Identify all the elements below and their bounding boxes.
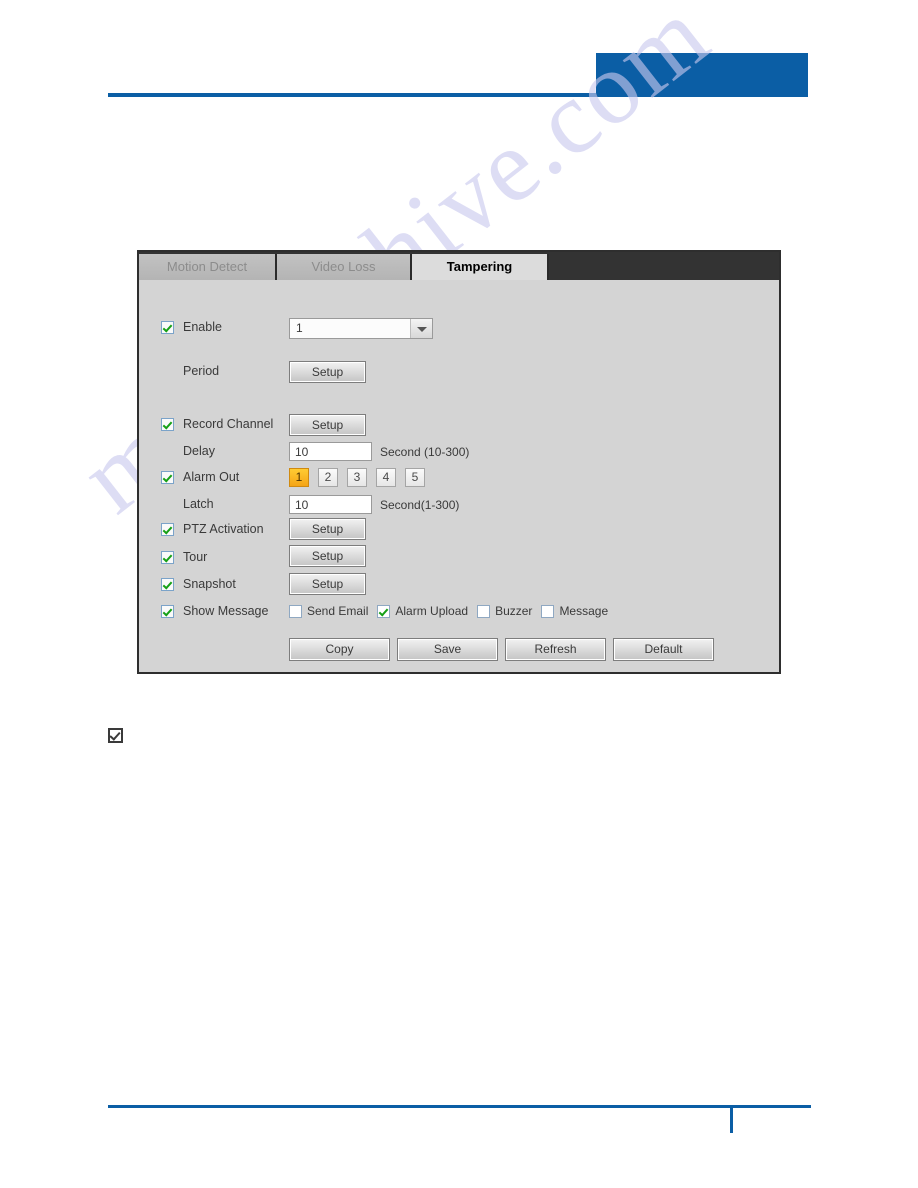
tab-bar-filler — [549, 252, 779, 280]
channel-select[interactable]: 1 — [289, 318, 433, 339]
row-snapshot: Snapshot — [161, 577, 236, 591]
alarm-out-checkbox[interactable] — [161, 470, 174, 484]
latch-label: Latch — [183, 497, 214, 511]
row-period: Period — [161, 364, 219, 378]
alarm-out-channel-5[interactable]: 5 — [405, 468, 425, 487]
copy-button[interactable]: Copy — [289, 638, 390, 661]
option-alarm-upload[interactable]: Alarm Upload — [377, 604, 468, 618]
alarm-out-channel-2[interactable]: 2 — [318, 468, 338, 487]
alarm-out-channels: 1 2 3 4 5 — [289, 468, 434, 487]
row-ptz-activation: PTZ Activation — [161, 522, 264, 536]
alarm-out-channel-4[interactable]: 4 — [376, 468, 396, 487]
tour-label: Tour — [183, 550, 208, 564]
show-message-options: Send Email Alarm Upload Buzzer Message — [289, 604, 617, 618]
row-enable: Enable — [161, 320, 222, 334]
alarm-out-label: Alarm Out — [183, 470, 240, 484]
period-setup-button[interactable]: Setup — [289, 361, 366, 383]
delay-field: Second (10-300) — [289, 442, 469, 461]
enable-label: Enable — [183, 320, 222, 334]
ptz-activation-setup-button[interactable]: Setup — [289, 518, 366, 540]
option-message[interactable]: Message — [541, 604, 608, 618]
period-field: Setup — [289, 361, 366, 383]
note-checkbox-icon — [108, 728, 123, 743]
alarm-upload-label: Alarm Upload — [395, 604, 469, 618]
row-tour: Tour — [161, 550, 207, 564]
show-message-label: Show Message — [183, 604, 269, 618]
show-message-checkbox[interactable] — [161, 604, 174, 618]
footer-tick — [730, 1107, 733, 1133]
action-button-row: Copy Save Refresh Default — [289, 638, 714, 661]
ptz-activation-field: Setup — [289, 518, 366, 540]
delay-unit-label: Second (10-300) — [380, 444, 470, 459]
row-show-message: Show Message — [161, 604, 268, 618]
ptz-activation-label: PTZ Activation — [183, 522, 264, 536]
page-header — [0, 0, 918, 110]
record-channel-field: Setup — [289, 414, 366, 436]
tab-tampering[interactable]: Tampering — [412, 254, 549, 280]
snapshot-setup-button[interactable]: Setup — [289, 573, 366, 595]
tampering-settings-panel: Motion Detect Video Loss Tampering Enabl… — [137, 250, 781, 674]
header-rule — [108, 93, 808, 97]
option-buzzer[interactable]: Buzzer — [477, 604, 532, 618]
snapshot-label: Snapshot — [183, 577, 236, 591]
delay-input[interactable] — [289, 442, 372, 461]
header-accent-block — [596, 53, 808, 97]
row-latch: Latch — [161, 497, 214, 511]
default-button[interactable]: Default — [613, 638, 714, 661]
latch-input[interactable] — [289, 495, 372, 514]
alarm-out-channel-3[interactable]: 3 — [347, 468, 367, 487]
refresh-button[interactable]: Refresh — [505, 638, 606, 661]
footer-rule — [108, 1105, 811, 1108]
tab-motion-detect[interactable]: Motion Detect — [139, 254, 277, 280]
channel-select-wrap: 1 — [289, 318, 433, 339]
ptz-activation-checkbox[interactable] — [161, 522, 174, 536]
tab-video-loss[interactable]: Video Loss — [277, 254, 412, 280]
save-button[interactable]: Save — [397, 638, 498, 661]
record-channel-label: Record Channel — [183, 417, 274, 431]
chevron-down-icon[interactable] — [410, 319, 432, 338]
tour-setup-button[interactable]: Setup — [289, 545, 366, 567]
latch-field: Second(1-300) — [289, 495, 459, 514]
alarm-out-channel-1[interactable]: 1 — [289, 468, 309, 487]
panel-body: Enable 1 Period Setup Record Channel Set… — [139, 280, 779, 672]
option-send-email[interactable]: Send Email — [289, 604, 368, 618]
row-delay: Delay — [161, 444, 215, 458]
row-alarm-out: Alarm Out — [161, 470, 239, 484]
message-checkbox[interactable] — [541, 604, 555, 618]
buzzer-label: Buzzer — [495, 604, 533, 618]
buzzer-checkbox[interactable] — [477, 604, 491, 618]
record-channel-setup-button[interactable]: Setup — [289, 414, 366, 436]
delay-label: Delay — [183, 444, 215, 458]
message-label: Message — [559, 604, 609, 618]
latch-unit-label: Second(1-300) — [380, 497, 460, 512]
tab-bar: Motion Detect Video Loss Tampering — [139, 252, 779, 280]
snapshot-checkbox[interactable] — [161, 577, 174, 591]
record-channel-checkbox[interactable] — [161, 417, 174, 431]
row-record-channel: Record Channel — [161, 417, 273, 431]
period-label: Period — [183, 364, 220, 378]
alarm-upload-checkbox[interactable] — [377, 604, 391, 618]
channel-select-value: 1 — [290, 319, 410, 338]
tour-checkbox[interactable] — [161, 550, 174, 564]
tour-field: Setup — [289, 545, 366, 567]
enable-checkbox[interactable] — [161, 320, 174, 334]
send-email-label: Send Email — [307, 604, 369, 618]
send-email-checkbox[interactable] — [289, 604, 302, 618]
snapshot-field: Setup — [289, 573, 366, 595]
